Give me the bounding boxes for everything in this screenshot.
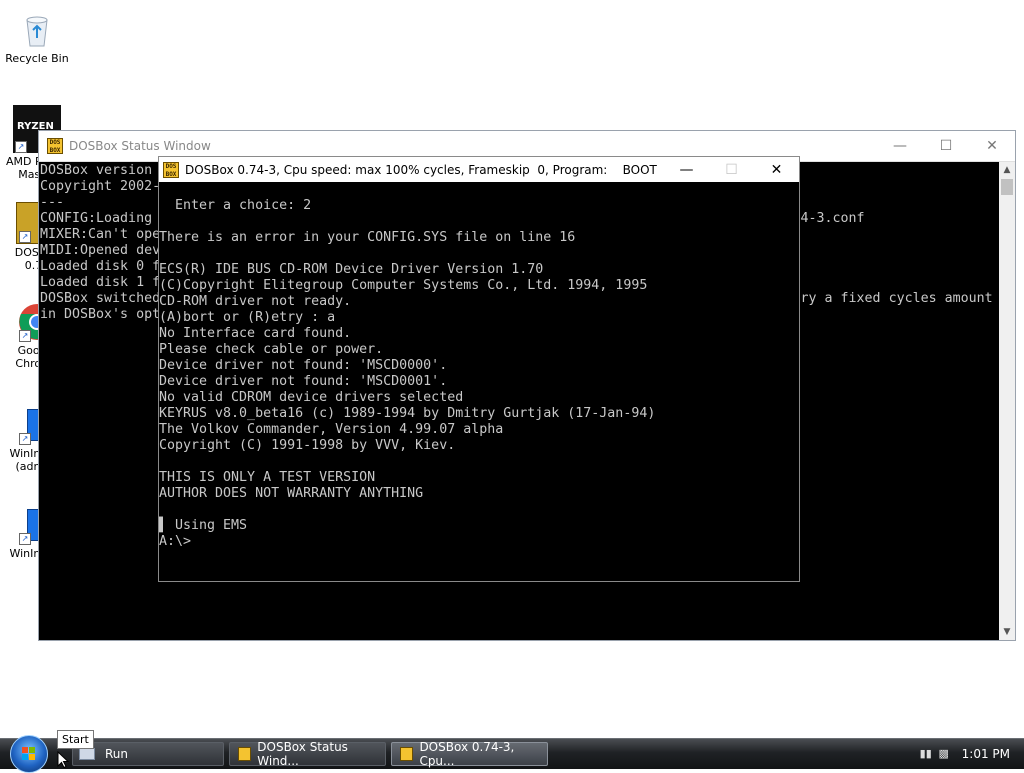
taskbar-run-button[interactable]: Run: [72, 742, 224, 766]
taskbar: Run DOSBox Status Wind... DOSBox 0.74-3,…: [0, 735, 1024, 773]
scroll-thumb[interactable]: [1001, 179, 1013, 195]
clock[interactable]: 1:01 PM: [962, 747, 1010, 761]
dosbox-icon: DOS BOX: [163, 161, 179, 178]
dosbox-window-title: DOSBox 0.74-3, Cpu speed: max 100% cycle…: [185, 162, 657, 177]
maximize-button: ☐: [725, 161, 738, 178]
shortcut-arrow-icon: ↗: [15, 141, 27, 153]
start-button[interactable]: [10, 735, 48, 773]
dosbox-icon: [400, 747, 414, 761]
close-button[interactable]: ✕: [754, 157, 799, 182]
scroll-up-arrow-icon[interactable]: ▲: [999, 162, 1015, 178]
taskbar-item-status-window[interactable]: DOSBox Status Wind...: [229, 740, 386, 768]
run-icon: [79, 748, 95, 760]
shortcut-arrow-icon: ↗: [19, 433, 31, 445]
vertical-scrollbar[interactable]: ▲ ▼: [999, 162, 1015, 640]
windows-logo-icon: [22, 747, 36, 761]
dosbox-main-window[interactable]: DOS BOX DOSBox 0.74-3, Cpu speed: max 100…: [158, 156, 800, 582]
taskbar-item-dosbox[interactable]: DOSBox 0.74-3, Cpu...: [391, 740, 548, 768]
dosbox-icon: [238, 747, 252, 761]
dosbox-titlebar[interactable]: DOS BOX DOSBox 0.74-3, Cpu speed: max 100…: [159, 157, 799, 182]
volume-icon[interactable]: ▮▮: [920, 748, 932, 760]
recycle-bin-icon: [17, 10, 57, 50]
shortcut-arrow-icon: ↗: [19, 330, 31, 342]
system-tray: ▮▮ ▩ 1:01 PM: [920, 739, 1024, 769]
scroll-down-arrow-icon[interactable]: ▼: [999, 624, 1015, 640]
shortcut-arrow-icon: ↗: [19, 533, 31, 545]
taskbar-run-label: Run: [105, 747, 129, 761]
close-button[interactable]: ✕: [969, 131, 1015, 161]
start-tooltip: Start: [57, 730, 94, 749]
dos-console-output[interactable]: Enter a choice: 2 There is an error in y…: [159, 198, 799, 578]
minimize-button[interactable]: —: [877, 131, 923, 161]
status-window-title: DOSBox Status Window: [69, 139, 211, 153]
network-icon[interactable]: ▩: [938, 748, 950, 760]
mouse-cursor-icon: [57, 751, 69, 768]
shortcut-arrow-icon: ↗: [19, 231, 31, 243]
taskbar-item-label: DOSBox Status Wind...: [257, 740, 348, 768]
maximize-button[interactable]: ☐: [923, 131, 969, 161]
desktop-icon-recycle-bin[interactable]: Recycle Bin: [2, 10, 72, 65]
dosbox-icon: DOS BOX: [47, 138, 63, 154]
taskbar-item-label: DOSBox 0.74-3, Cpu...: [419, 740, 515, 768]
minimize-button[interactable]: —: [664, 157, 709, 182]
desktop-icon-label: Recycle Bin: [5, 52, 69, 65]
